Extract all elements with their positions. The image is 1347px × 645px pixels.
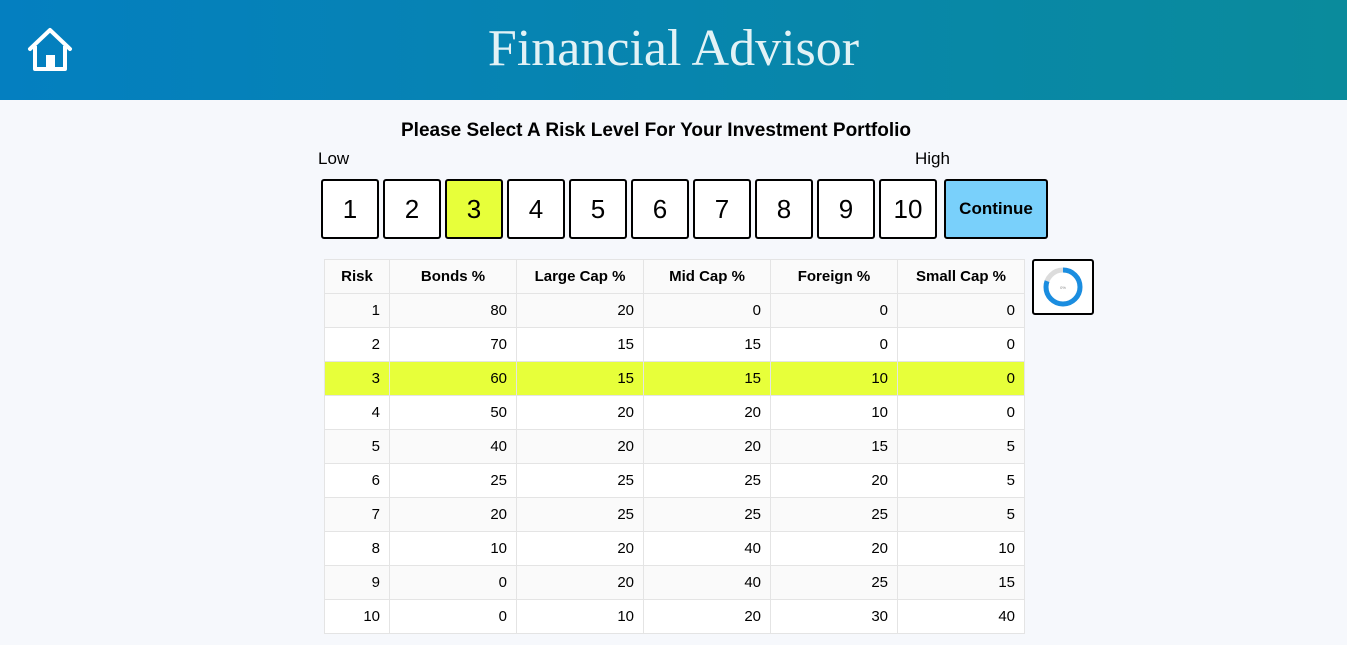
cell-risk: 8 <box>324 531 390 566</box>
cell-foreign: 10 <box>770 361 898 396</box>
cell-bonds: 20 <box>389 497 517 532</box>
cell-foreign: 25 <box>770 565 898 600</box>
risk-level-button-5[interactable]: 5 <box>569 179 627 239</box>
risk-level-button-3[interactable]: 3 <box>445 179 503 239</box>
column-header-small-cap: Small Cap % <box>897 259 1025 294</box>
cell-large-cap: 20 <box>516 531 644 566</box>
cell-small-cap: 10 <box>897 531 1025 566</box>
column-header-large-cap: Large Cap % <box>516 259 644 294</box>
column-header-mid-cap: Mid Cap % <box>643 259 771 294</box>
cell-risk: 4 <box>324 395 390 430</box>
cell-bonds: 0 <box>389 565 517 600</box>
risk-level-button-8[interactable]: 8 <box>755 179 813 239</box>
risk-level-button-2[interactable]: 2 <box>383 179 441 239</box>
cell-mid-cap: 20 <box>643 395 771 430</box>
cell-large-cap: 10 <box>516 599 644 634</box>
cell-bonds: 25 <box>389 463 517 498</box>
cell-large-cap: 20 <box>516 429 644 464</box>
risk-prompt: Please Select A Risk Level For Your Inve… <box>401 120 911 141</box>
cell-small-cap: 0 <box>897 361 1025 396</box>
app-header: Financial Advisor <box>0 0 1347 100</box>
cell-risk: 2 <box>324 327 390 362</box>
cell-large-cap: 20 <box>516 293 644 328</box>
cell-bonds: 80 <box>389 293 517 328</box>
cell-large-cap: 20 <box>516 395 644 430</box>
cell-risk: 9 <box>324 565 390 600</box>
risk-level-button-9[interactable]: 9 <box>817 179 875 239</box>
table-body: 1 80 20 0 0 0 2 70 15 15 0 0 3 60 15 15 10 0 4 50 20 20 10 0 5 40… <box>324 293 1025 634</box>
cell-small-cap: 15 <box>897 565 1025 600</box>
cell-mid-cap: 20 <box>643 429 771 464</box>
cell-bonds: 10 <box>389 531 517 566</box>
table-row[interactable]: 1 80 20 0 0 0 <box>324 293 1025 328</box>
table-row[interactable]: 5 40 20 20 15 5 <box>324 429 1025 464</box>
cell-foreign: 15 <box>770 429 898 464</box>
risk-level-button-7[interactable]: 7 <box>693 179 751 239</box>
cell-foreign: 10 <box>770 395 898 430</box>
table-row[interactable]: 10 0 10 20 30 40 <box>324 599 1025 634</box>
table-row[interactable]: 7 20 25 25 25 5 <box>324 497 1025 532</box>
cell-foreign: 20 <box>770 531 898 566</box>
column-header-risk: Risk <box>324 259 390 294</box>
cell-bonds: 70 <box>389 327 517 362</box>
cell-large-cap: 25 <box>516 497 644 532</box>
cell-risk: 7 <box>324 497 390 532</box>
cell-mid-cap: 20 <box>643 599 771 634</box>
cell-mid-cap: 40 <box>643 531 771 566</box>
cell-foreign: 0 <box>770 293 898 328</box>
scale-low-label: Low <box>318 149 350 168</box>
app-title: Financial Advisor <box>487 20 860 77</box>
cell-mid-cap: 0 <box>643 293 771 328</box>
cell-foreign: 30 <box>770 599 898 634</box>
cell-small-cap: 0 <box>897 395 1025 430</box>
cell-risk: 3 <box>324 361 390 396</box>
cell-bonds: 50 <box>389 395 517 430</box>
cell-foreign: 20 <box>770 463 898 498</box>
scale-high-label: High <box>915 149 950 168</box>
table-row[interactable]: 3 60 15 15 10 0 <box>324 361 1025 396</box>
cell-small-cap: 5 <box>897 497 1025 532</box>
cell-large-cap: 20 <box>516 565 644 600</box>
risk-level-button-1[interactable]: 1 <box>321 179 379 239</box>
cell-risk: 10 <box>324 599 390 634</box>
chart-widget[interactable]: 0% <box>1032 259 1094 315</box>
cell-mid-cap: 25 <box>643 497 771 532</box>
table-row[interactable]: 9 0 20 40 25 15 <box>324 565 1025 600</box>
cell-risk: 5 <box>324 429 390 464</box>
table-row[interactable]: 4 50 20 20 10 0 <box>324 395 1025 430</box>
column-header-foreign: Foreign % <box>770 259 898 294</box>
risk-level-button-4[interactable]: 4 <box>507 179 565 239</box>
cell-mid-cap: 15 <box>643 361 771 396</box>
cell-large-cap: 15 <box>516 327 644 362</box>
cell-bonds: 0 <box>389 599 517 634</box>
cell-foreign: 0 <box>770 327 898 362</box>
cell-risk: 6 <box>324 463 390 498</box>
cell-bonds: 40 <box>389 429 517 464</box>
table-row[interactable]: 6 25 25 25 20 5 <box>324 463 1025 498</box>
cell-mid-cap: 25 <box>643 463 771 498</box>
cell-large-cap: 25 <box>516 463 644 498</box>
table-header-row: Risk Bonds % Large Cap % Mid Cap % Forei… <box>324 259 1025 294</box>
chart-widget-label: 0% <box>1060 285 1066 290</box>
cell-mid-cap: 40 <box>643 565 771 600</box>
cell-small-cap: 5 <box>897 429 1025 464</box>
cell-bonds: 60 <box>389 361 517 396</box>
donut-chart-icon: 0% <box>1043 267 1083 307</box>
cell-large-cap: 15 <box>516 361 644 396</box>
cell-small-cap: 0 <box>897 293 1025 328</box>
risk-level-button-10[interactable]: 10 <box>879 179 937 239</box>
cell-foreign: 25 <box>770 497 898 532</box>
cell-mid-cap: 15 <box>643 327 771 362</box>
column-header-bonds: Bonds % <box>389 259 517 294</box>
table-row[interactable]: 2 70 15 15 0 0 <box>324 327 1025 362</box>
cell-risk: 1 <box>324 293 390 328</box>
risk-level-button-6[interactable]: 6 <box>631 179 689 239</box>
allocation-table: Risk Bonds % Large Cap % Mid Cap % Forei… <box>324 259 1025 634</box>
cell-small-cap: 5 <box>897 463 1025 498</box>
cell-small-cap: 40 <box>897 599 1025 634</box>
table-row[interactable]: 8 10 20 40 20 10 <box>324 531 1025 566</box>
continue-button[interactable]: Continue <box>944 179 1048 239</box>
cell-small-cap: 0 <box>897 327 1025 362</box>
